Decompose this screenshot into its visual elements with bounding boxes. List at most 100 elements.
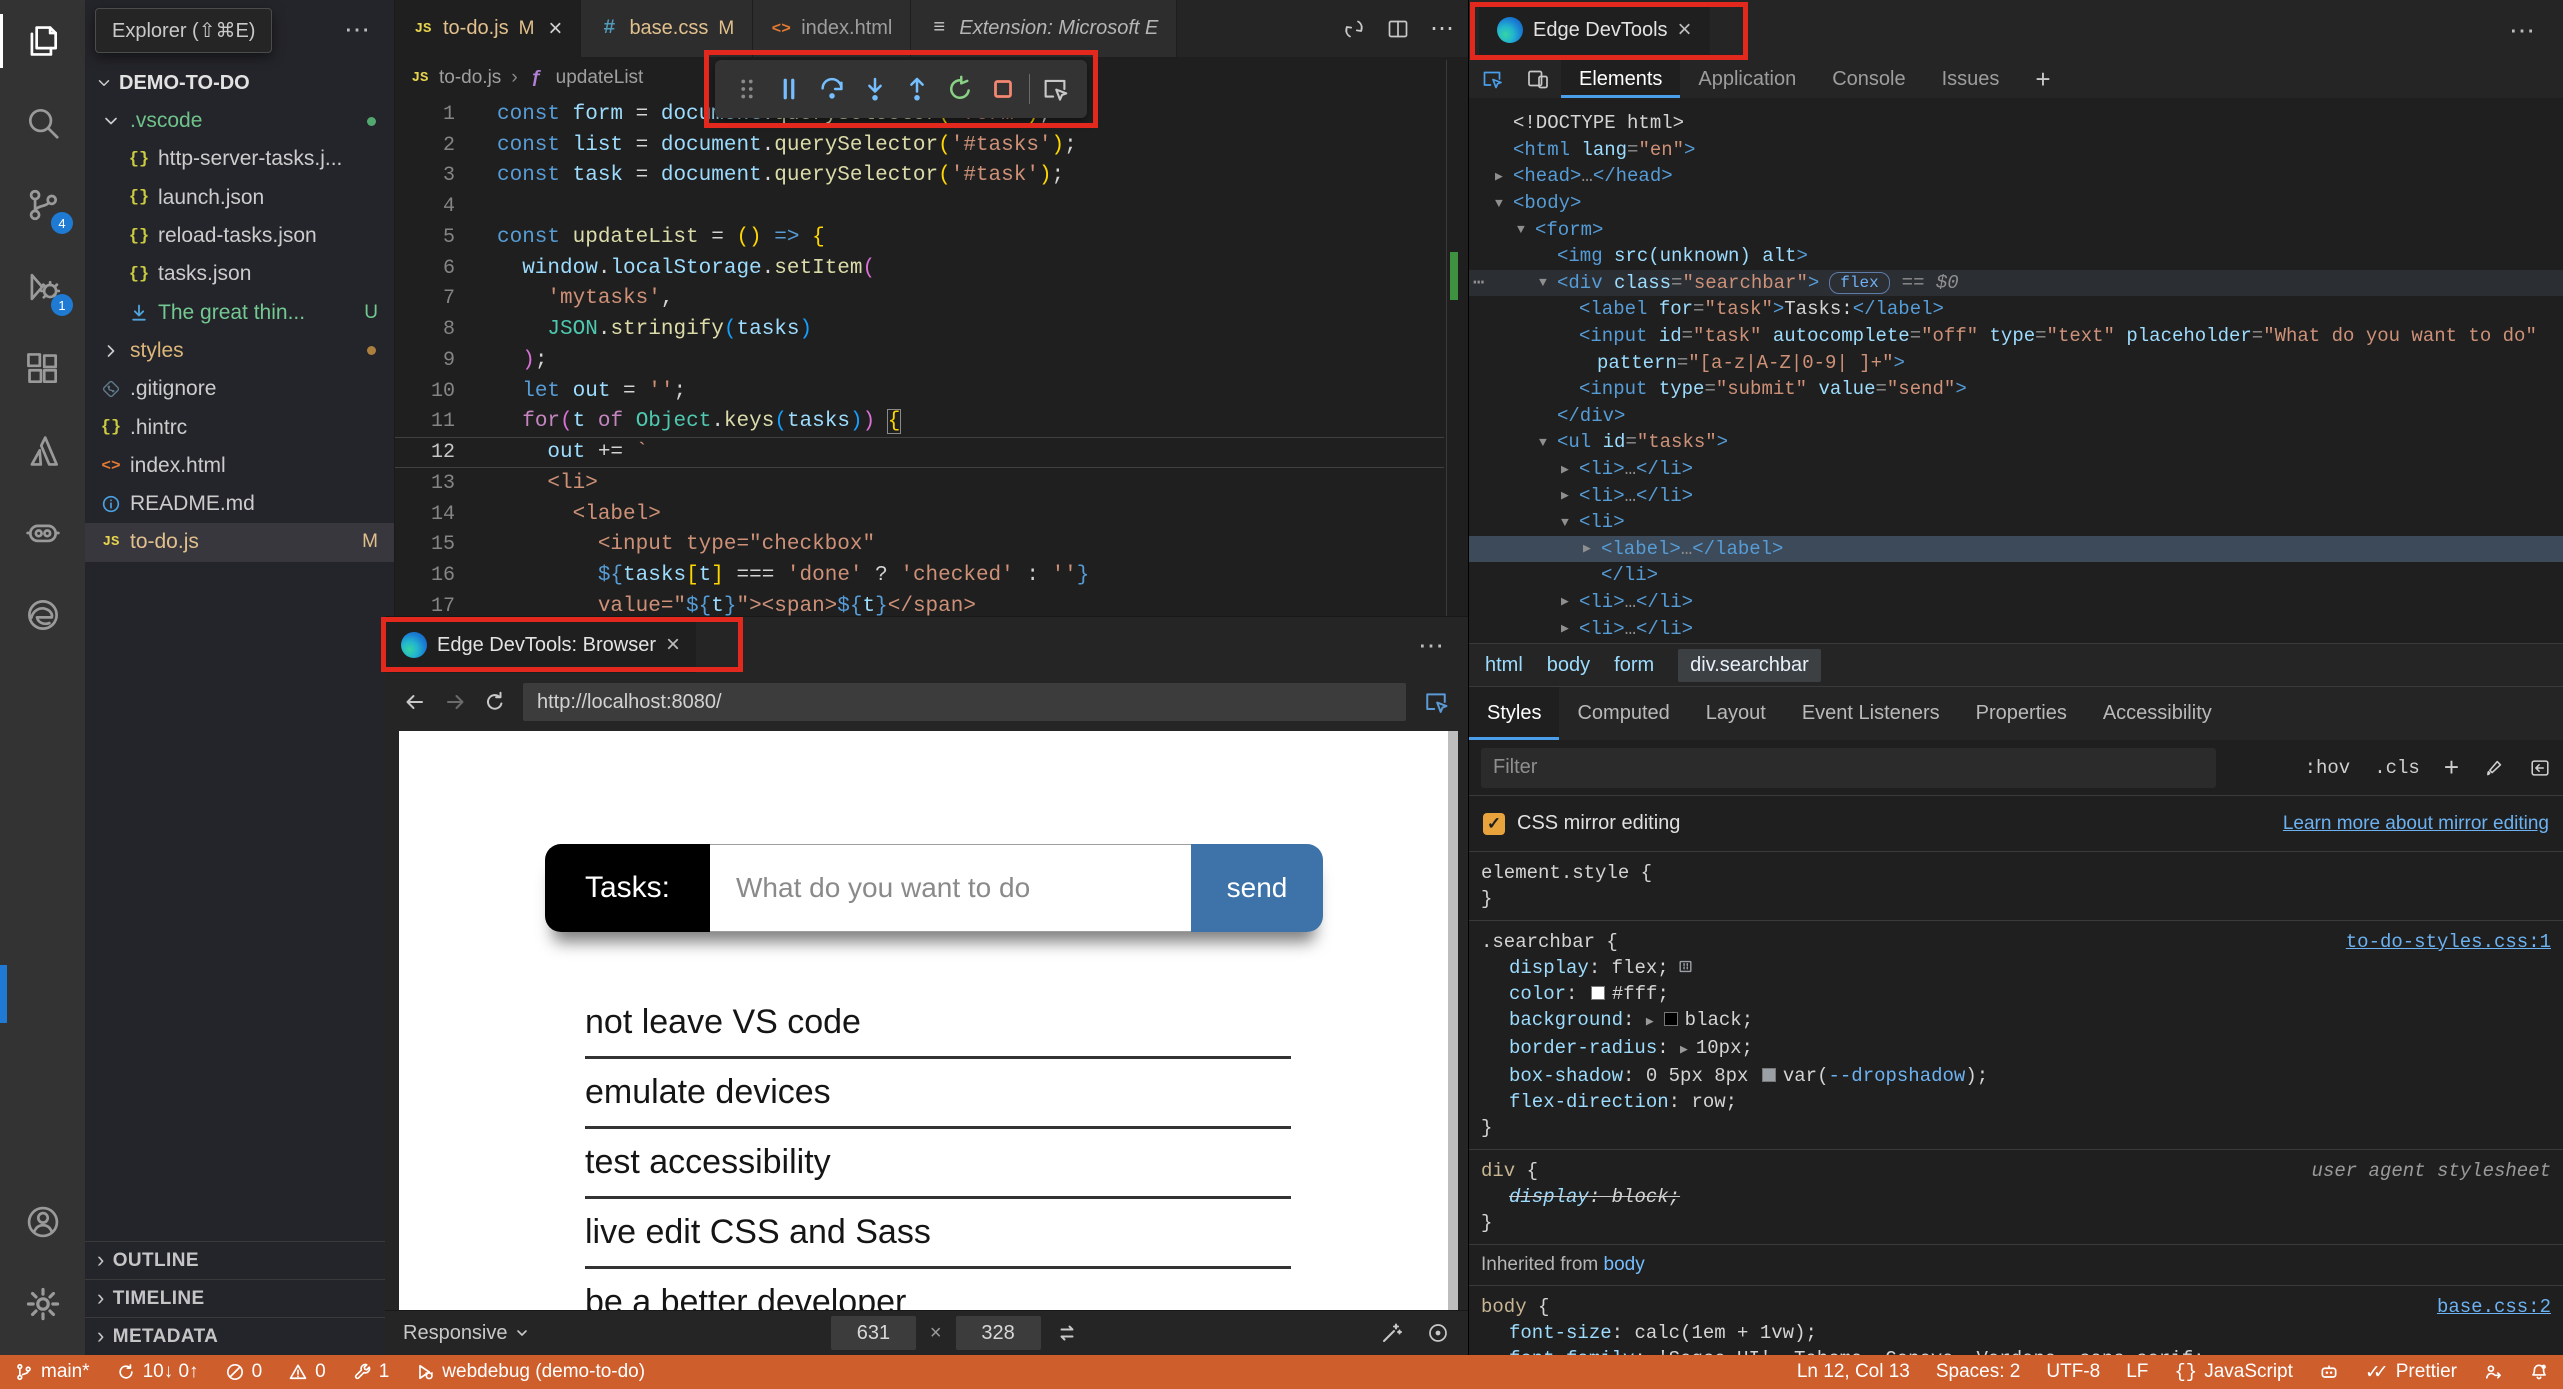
editor-more-button[interactable]: ⋯: [1430, 14, 1454, 43]
status-copilot-status[interactable]: [2319, 1362, 2339, 1382]
css-property-border-radius[interactable]: border-radius: ▶ 10px;: [1481, 1035, 2551, 1063]
inspect-target-icon[interactable]: [1426, 1321, 1450, 1345]
inspect-icon[interactable]: [1422, 688, 1450, 716]
expand-arrow-icon[interactable]: ▼: [1561, 515, 1579, 530]
reload-icon[interactable]: [483, 690, 507, 714]
tab-to-do-js[interactable]: JS to-do.js M ×: [395, 0, 582, 57]
element-state-icon[interactable]: [2529, 757, 2551, 779]
css-property-display[interactable]: display: block;: [1481, 1184, 2551, 1210]
stylesheet-link[interactable]: to-do-styles.css:1: [2346, 929, 2551, 955]
tree-row-7[interactable]: <label for = "task" > Tasks: </label>: [1469, 296, 2563, 323]
tree-row-16[interactable]: ▶ <label>… </label>: [1469, 535, 2563, 563]
collapse-arrow-icon[interactable]: ▶: [1561, 621, 1579, 636]
viewport-width-input[interactable]: 631: [830, 1316, 916, 1350]
css-property-box-shadow[interactable]: box-shadow: 0 5px 8px var(--dropshadow);: [1481, 1063, 2551, 1089]
tree-row-8[interactable]: <input id = "task" autocomplete = "off" type…: [1469, 323, 2563, 350]
explorer-root-folder[interactable]: DEMO-TO-DO: [85, 64, 394, 102]
expand-arrow-icon[interactable]: ▼: [1539, 275, 1557, 290]
file-styles[interactable]: styles: [85, 332, 394, 370]
css-property-background[interactable]: background: ▶ black;: [1481, 1007, 2551, 1035]
tree-row-15[interactable]: ▼ <li>: [1469, 509, 2563, 536]
styles-tab-layout[interactable]: Layout: [1688, 687, 1784, 740]
file-to-do-js[interactable]: JS to-do.js M: [85, 523, 394, 562]
status-warning[interactable]: 0: [288, 1361, 326, 1383]
close-icon[interactable]: ×: [1678, 16, 1692, 44]
row-actions-icon[interactable]: ⋯: [1473, 271, 1484, 294]
status-encoding[interactable]: UTF-8: [2046, 1361, 2100, 1383]
status-branch[interactable]: main*: [14, 1361, 90, 1383]
step-out-button[interactable]: [900, 72, 934, 106]
devtools-more-button[interactable]: ⋯: [2509, 15, 2563, 46]
breadcrumb-file[interactable]: to-do.js: [439, 67, 501, 89]
file-gitignore[interactable]: .gitignore: [85, 370, 394, 408]
flex-editor-icon[interactable]: [1677, 958, 1694, 975]
tree-row-6[interactable]: ⋯ ▼ <div class = "searchbar" > flex == $0: [1469, 269, 2563, 297]
devtools-tab-console[interactable]: Console: [1814, 60, 1923, 98]
file-hintrc[interactable]: {} .hintrc: [85, 408, 394, 446]
send-button[interactable]: send: [1191, 844, 1323, 932]
styles-tab-styles[interactable]: Styles: [1469, 687, 1560, 740]
rule-selector[interactable]: body: [1481, 1296, 1527, 1318]
status-debug[interactable]: webdebug (demo-to-do): [415, 1361, 645, 1383]
activity-search[interactable]: [0, 82, 85, 164]
css-property-font-size[interactable]: font-size: calc(1em + 1vw);: [1481, 1320, 2551, 1346]
page-scrollbar[interactable]: [1448, 731, 1458, 1310]
crumb-html[interactable]: html: [1485, 654, 1523, 677]
expand-icon[interactable]: ▶: [1680, 1042, 1688, 1057]
collapse-arrow-icon[interactable]: ▶: [1583, 541, 1601, 556]
file-vscode[interactable]: .vscode: [85, 102, 394, 140]
styles-tab-event-listeners[interactable]: Event Listeners: [1784, 687, 1958, 740]
step-into-button[interactable]: [858, 72, 892, 106]
class-toggle-button[interactable]: .cls: [2374, 757, 2420, 779]
section-outline[interactable]: › OUTLINE: [85, 1241, 394, 1279]
styles-filter-input[interactable]: Filter: [1481, 747, 2216, 788]
color-swatch[interactable]: [1761, 1068, 1776, 1082]
section-metadata[interactable]: › METADATA: [85, 1317, 394, 1355]
file-launch-json[interactable]: {} launch.json: [85, 179, 394, 217]
tab-extension-microsoft-e[interactable]: ≡ Extension: Microsoft E: [911, 0, 1178, 57]
wand-icon[interactable]: [1380, 1321, 1404, 1345]
devtools-panel-tab[interactable]: Edge DevTools ×: [1479, 2, 1710, 58]
tree-row-3[interactable]: ▼ <body>: [1469, 190, 2563, 217]
activity-run-debug[interactable]: 1: [0, 246, 85, 328]
tree-row-1[interactable]: <html lang = "en" >: [1469, 137, 2563, 164]
tab-index-html[interactable]: <> index.html: [753, 0, 912, 57]
activity-source-control[interactable]: 4: [0, 164, 85, 246]
activity-edge[interactable]: [0, 574, 85, 656]
file-reload-tasks-json[interactable]: {} reload-tasks.json: [85, 217, 394, 255]
file-index-html[interactable]: <> index.html: [85, 447, 394, 485]
crumb-div-searchbar[interactable]: div.searchbar: [1678, 648, 1821, 682]
status-notifications[interactable]: [2529, 1362, 2549, 1382]
status-prettier[interactable]: ✓✓ Prettier: [2365, 1361, 2457, 1384]
tree-row-14[interactable]: ▶ <li>… </li>: [1469, 482, 2563, 509]
browser-panel-more-button[interactable]: ⋯: [1418, 630, 1468, 661]
browser-panel-tab[interactable]: Edge DevTools: Browser ×: [385, 617, 696, 673]
styles-tab-properties[interactable]: Properties: [1958, 687, 2085, 740]
section-timeline[interactable]: › TIMELINE: [85, 1279, 394, 1317]
status-error[interactable]: 0: [225, 1361, 262, 1383]
mirror-editing-link[interactable]: Learn more about mirror editing: [2283, 813, 2549, 835]
expand-arrow-icon[interactable]: ▼: [1495, 196, 1513, 211]
status-tools[interactable]: 1: [352, 1361, 389, 1383]
inherited-body-link[interactable]: body: [1604, 1254, 1645, 1275]
rotate-viewport-icon[interactable]: [1055, 1321, 1079, 1345]
status-eol[interactable]: LF: [2126, 1361, 2148, 1383]
file-readme-md[interactable]: README.md: [85, 485, 394, 523]
devtools-tab-issues[interactable]: Issues: [1924, 60, 2018, 98]
new-rule-button[interactable]: +: [2444, 752, 2459, 783]
file-http-server-tasks-j[interactable]: {} http-server-tasks.j...: [85, 140, 394, 178]
stop-button[interactable]: [986, 72, 1020, 106]
hover-state-button[interactable]: :hov: [2305, 757, 2351, 779]
url-input[interactable]: http://localhost:8080/: [523, 683, 1406, 721]
color-swatch[interactable]: [1590, 986, 1605, 1000]
file-tasks-json[interactable]: {} tasks.json: [85, 255, 394, 293]
inspect-button[interactable]: [1038, 72, 1072, 106]
tree-row-12[interactable]: ▼ <ul id = "tasks" >: [1469, 429, 2563, 456]
restart-button[interactable]: [943, 72, 977, 106]
inspect-element-icon[interactable]: [1469, 60, 1515, 98]
tree-row-11[interactable]: </div>: [1469, 403, 2563, 430]
tree-row-13[interactable]: ▶ <li>… </li>: [1469, 456, 2563, 483]
split-editor-button[interactable]: [1386, 17, 1410, 41]
expand-arrow-icon[interactable]: ▼: [1539, 435, 1557, 450]
status-sync[interactable]: 10↓ 0↑: [116, 1361, 199, 1383]
